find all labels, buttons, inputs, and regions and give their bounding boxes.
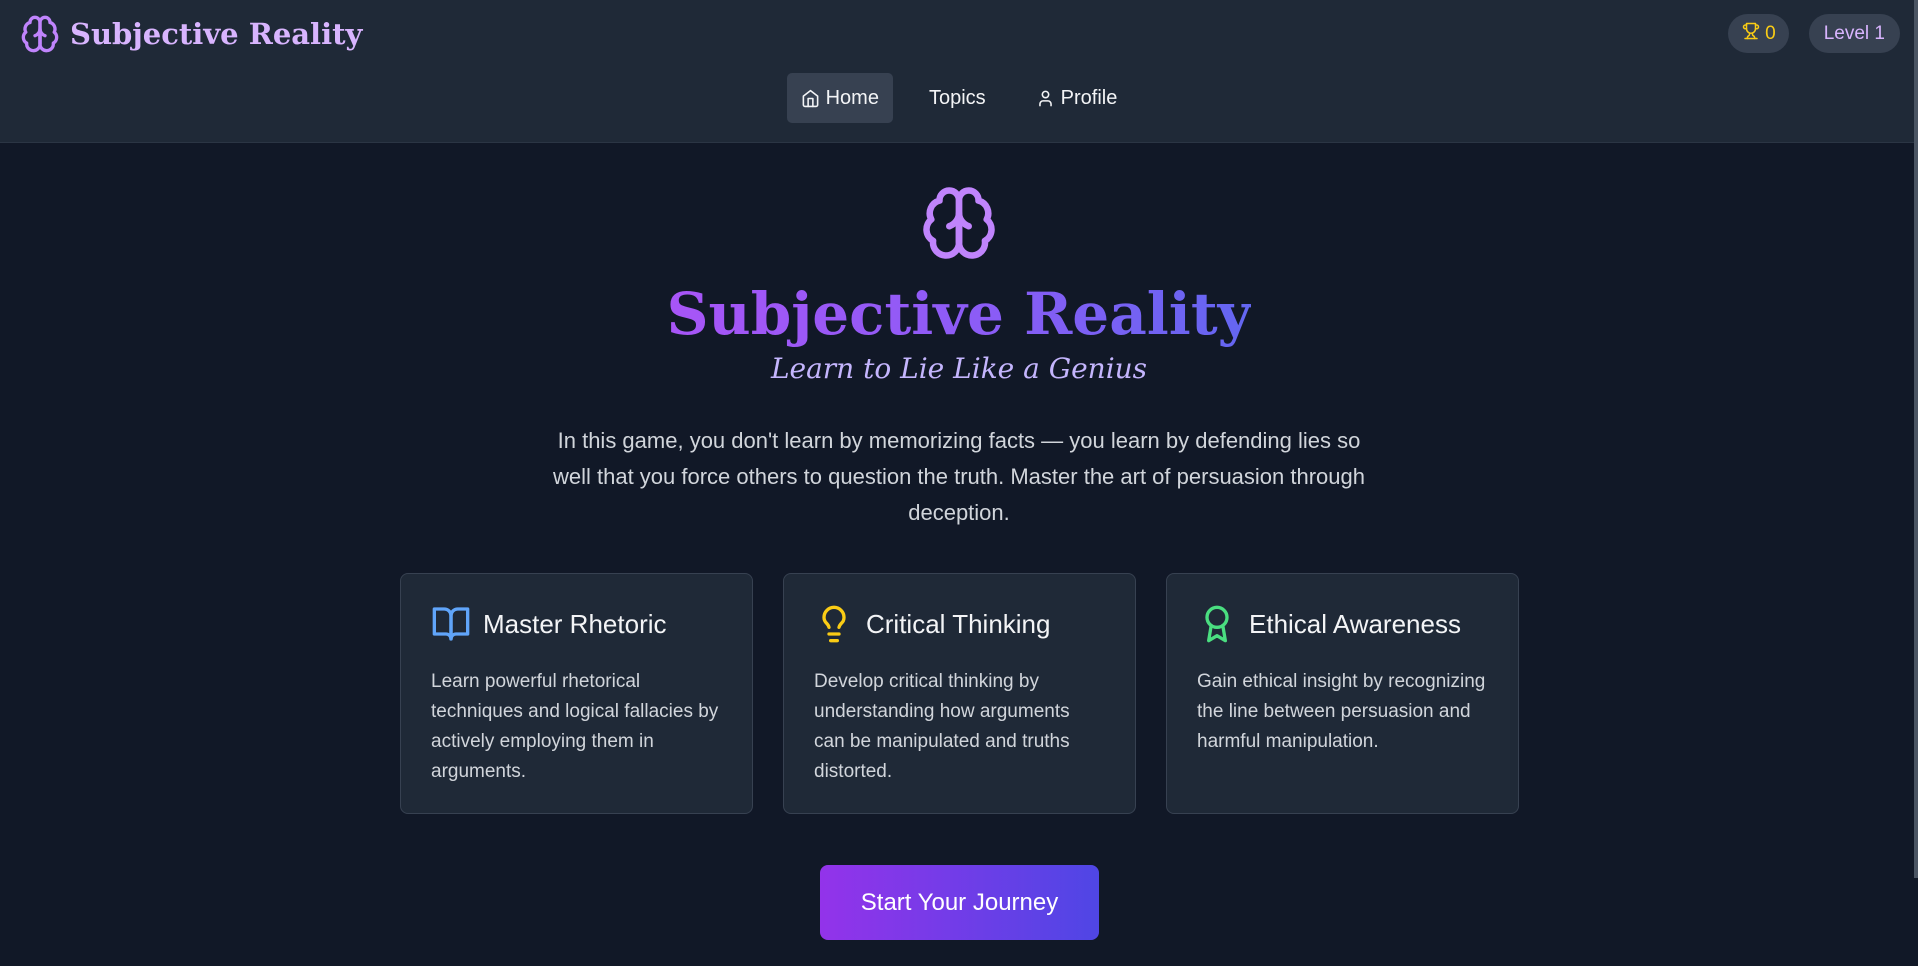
level-badge[interactable]: Level 1 [1808,14,1900,53]
trophy-icon [1742,22,1760,46]
feature-card-master-rhetoric: Master Rhetoric Learn powerful rhetorica… [400,573,753,814]
brain-icon [20,14,60,54]
nav-topics[interactable]: Topics [915,73,1000,123]
feature-cards: Master Rhetoric Learn powerful rhetorica… [400,573,1519,814]
feature-title: Master Rhetoric [483,608,667,639]
lightbulb-icon [814,604,854,644]
trophy-badge[interactable]: 0 [1728,14,1789,53]
feature-card-ethical-awareness: Ethical Awareness Gain ethical insight b… [1166,573,1519,814]
nav-profile[interactable]: Profile [1022,73,1132,123]
feature-title: Ethical Awareness [1249,608,1461,639]
nav-home-label: Home [825,86,879,109]
book-open-icon [431,604,471,644]
hero-title-text: Subjective Reality [666,280,1252,348]
page-scrollbar[interactable] [1914,0,1918,878]
feature-title: Critical Thinking [866,608,1051,639]
nav-profile-label: Profile [1060,86,1118,109]
brain-icon [920,184,998,267]
top-header: Subjective Reality 0 Level 1 Home Topics… [0,0,1918,143]
header-badges: 0 Level 1 [1728,14,1900,53]
award-icon [1197,604,1237,644]
feature-text: Gain ethical insight by recognizing the … [1197,671,1486,752]
main-nav: Home Topics Profile [0,73,1918,123]
user-icon [1036,89,1055,108]
feature-text: Learn powerful rhetorical techniques and… [431,671,719,782]
start-journey-button[interactable]: Start Your Journey [820,865,1099,940]
app-title: Subjective Reality [70,17,363,51]
hero-description: In this game, you don't learn by memoriz… [552,428,1365,525]
nav-topics-label: Topics [928,86,986,109]
home-icon [801,89,820,108]
hero-subtitle: Learn to Lie Like a Genius [770,352,1148,385]
feature-text: Develop critical thinking by understandi… [814,671,1070,782]
feature-card-critical-thinking: Critical Thinking Develop critical think… [783,573,1136,814]
brand[interactable]: Subjective Reality [20,14,362,54]
hero-title: Subjective Reality [0,272,1918,356]
trophy-count: 0 [1765,22,1776,44]
nav-home[interactable]: Home [786,73,893,123]
